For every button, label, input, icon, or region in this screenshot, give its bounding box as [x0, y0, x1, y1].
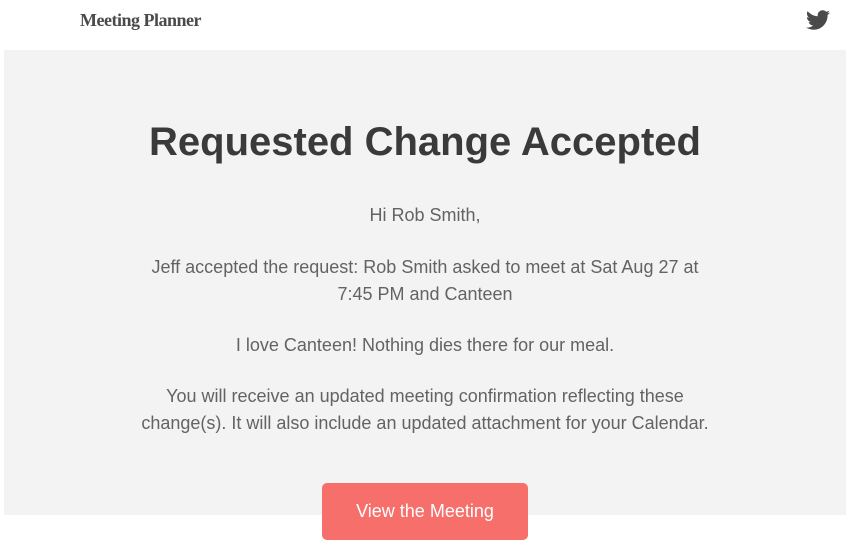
header-bar: Meeting Planner	[0, 0, 850, 50]
twitter-icon[interactable]	[806, 8, 830, 32]
view-meeting-button[interactable]: View the Meeting	[322, 483, 528, 540]
content-area: Requested Change Accepted Hi Rob Smith, …	[4, 50, 846, 515]
brand-logo: Meeting Planner	[80, 10, 201, 31]
body-para-3: You will receive an updated meeting conf…	[135, 383, 715, 437]
page-title: Requested Change Accepted	[94, 120, 756, 165]
body-para-1: Jeff accepted the request: Rob Smith ask…	[135, 254, 715, 308]
body-para-2: I love Canteen! Nothing dies there for o…	[135, 332, 715, 359]
greeting-text: Hi Rob Smith,	[94, 205, 756, 226]
